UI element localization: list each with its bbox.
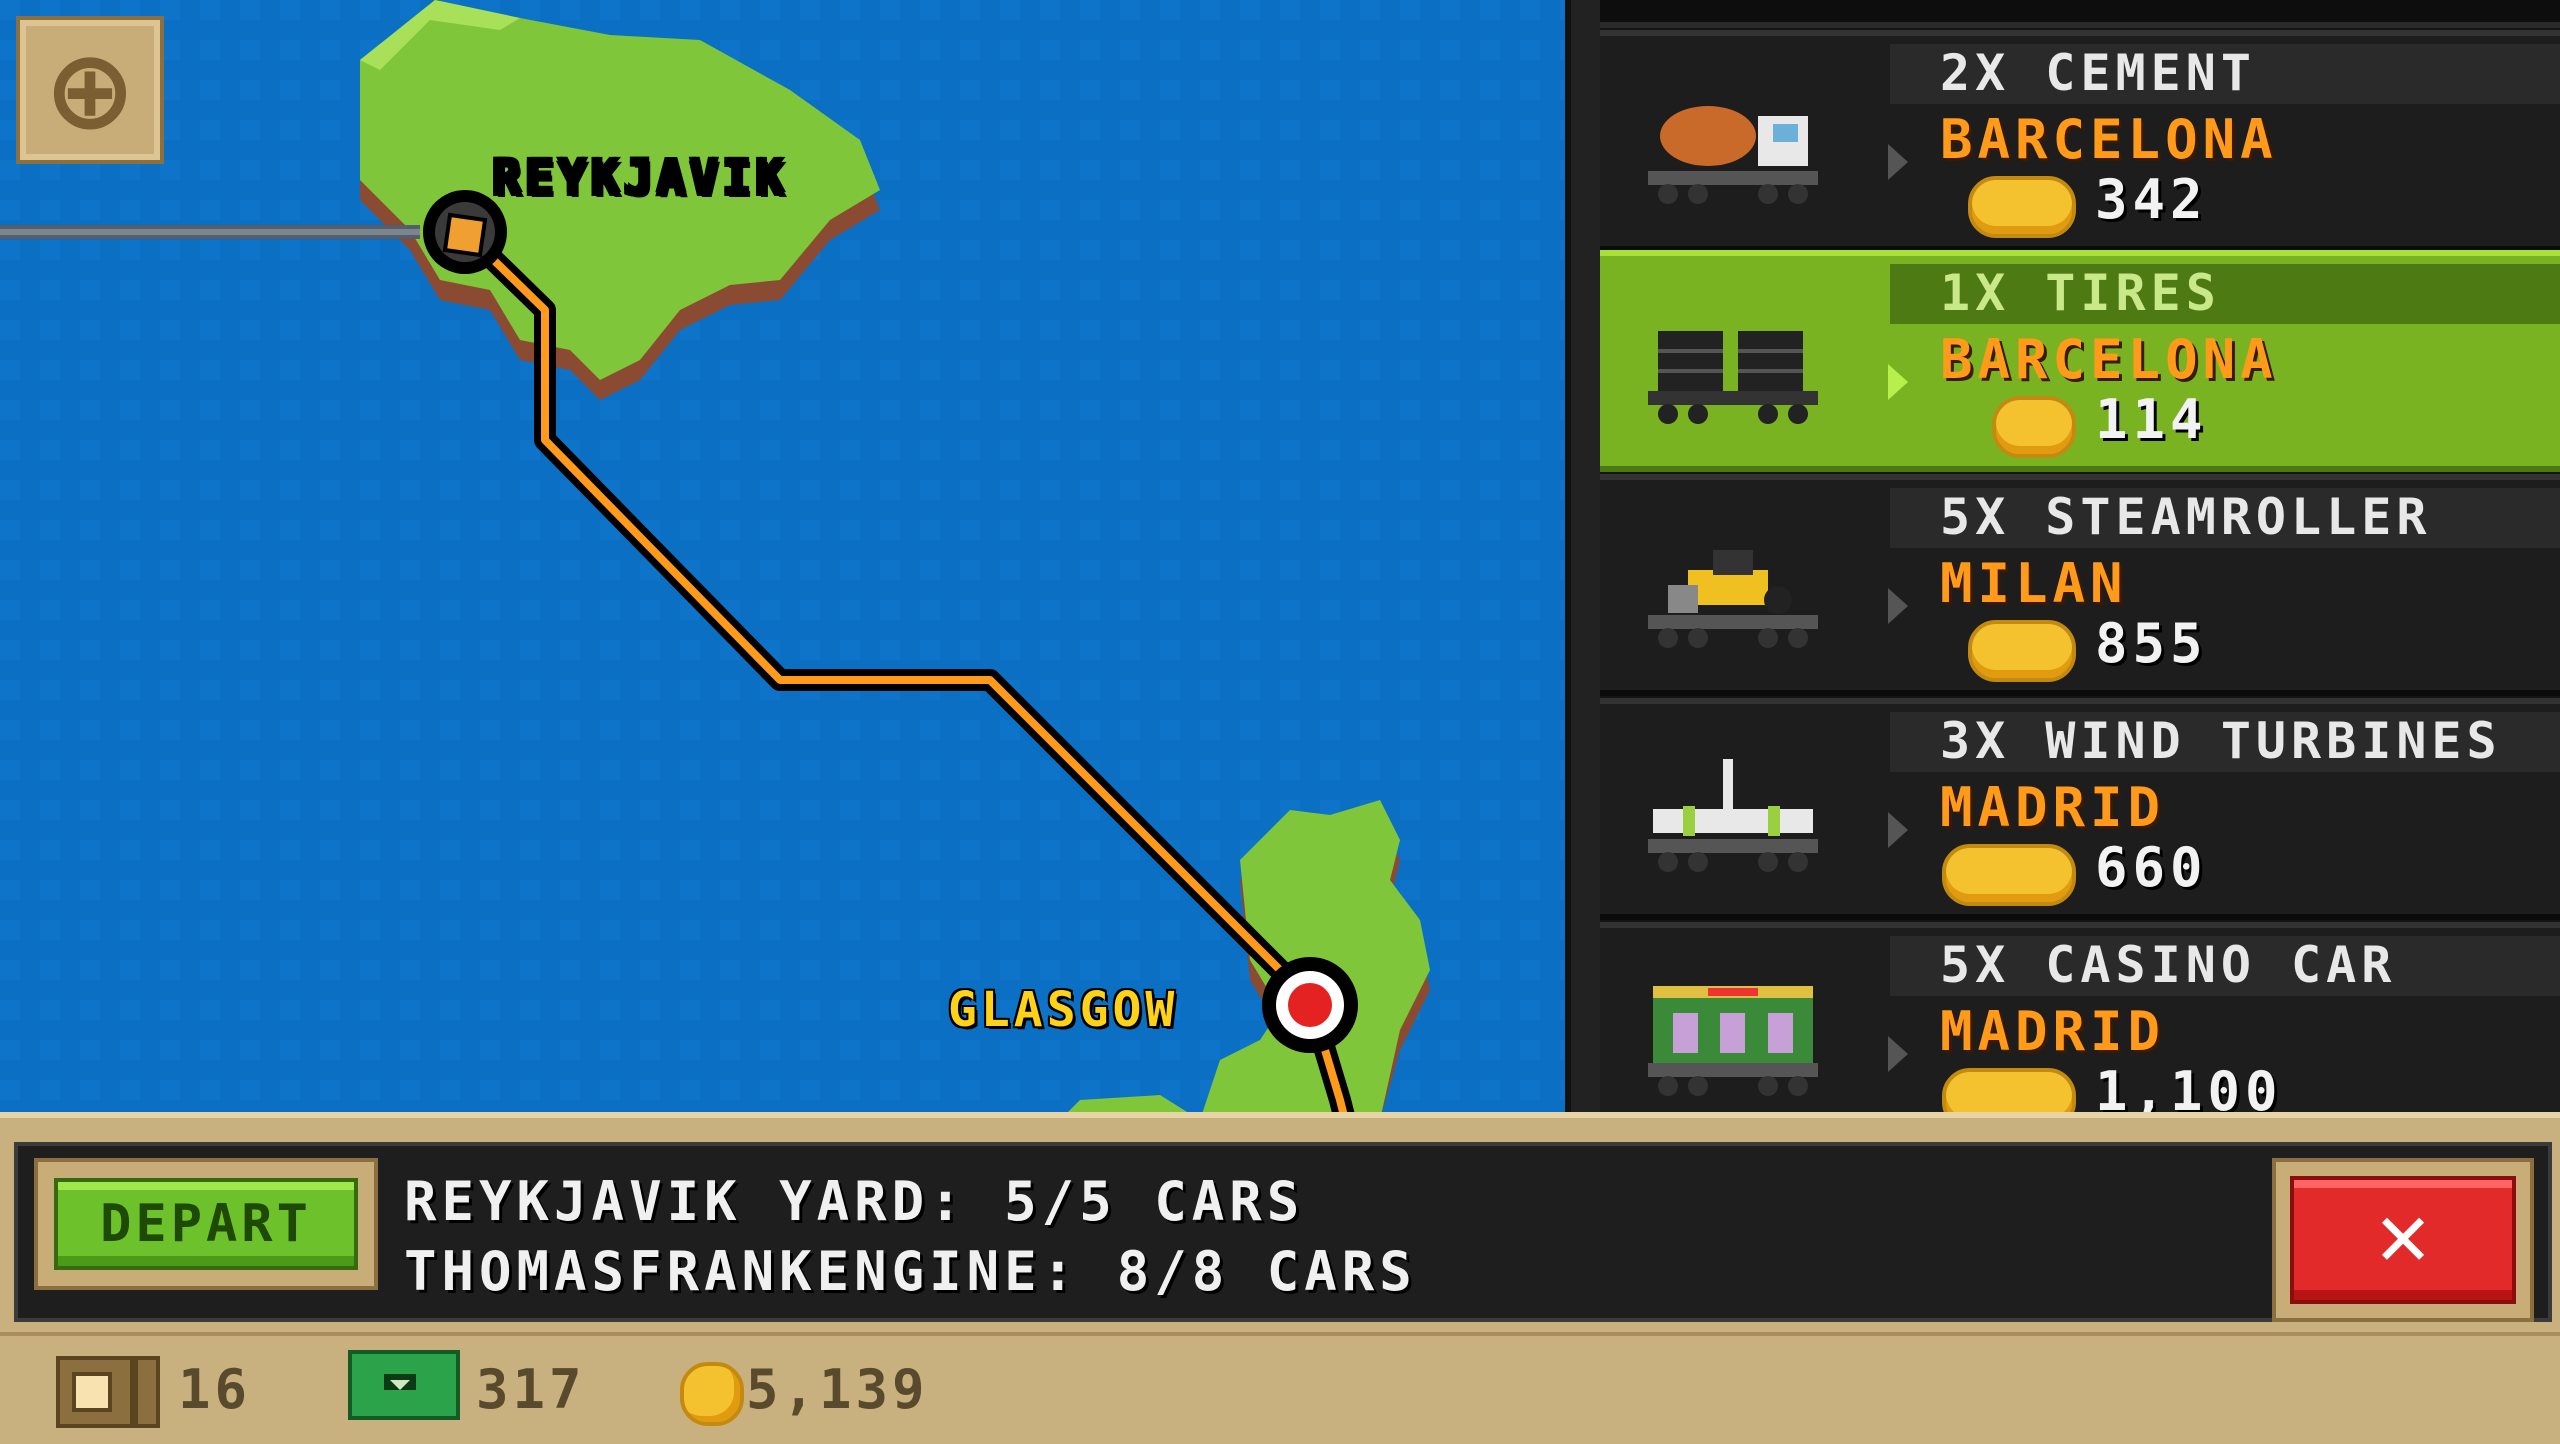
cargo-title: 5X STEAMROLLER: [1940, 488, 2432, 546]
cargo-destination: MILAN: [1940, 552, 2128, 615]
tires-icon: [1648, 331, 1818, 424]
cargo-title: 1X TIRES: [1940, 264, 2221, 322]
cargo-destination: BARCELONA: [1940, 328, 2278, 391]
depart-label: DEPART: [100, 1194, 312, 1254]
steamroller-icon: [1648, 550, 1818, 648]
status-bar: 16 317 5,139: [0, 1332, 2560, 1444]
cargo-price: 660: [2095, 836, 2208, 899]
crate-icon: [56, 1356, 160, 1428]
casino-car-icon: [1648, 986, 1818, 1096]
cash-count: 317: [476, 1358, 586, 1421]
arrow-icon: [1888, 588, 1908, 624]
crate-count: 16: [178, 1358, 252, 1421]
cargo-price: 114: [2095, 388, 2208, 451]
close-button-face: ✕: [2290, 1176, 2516, 1304]
cargo-title: 5X CASINO CAR: [1940, 936, 2397, 994]
wind-turbine-icon: [1648, 759, 1818, 872]
plus-icon: ⊕: [43, 26, 137, 154]
cargo-title: 2X CEMENT: [1940, 44, 2256, 102]
cargo-item-wind-turbines[interactable]: 3X WIND TURBINES MADRID 660: [1600, 698, 2560, 920]
cargo-list[interactable]: 2X CEMENT BARCELONA 342 1X TIRES BARCELO…: [1600, 0, 2560, 1120]
arrow-icon: [1888, 812, 1908, 848]
depart-button-face: DEPART: [54, 1178, 358, 1270]
coin-icon: [1968, 176, 2076, 238]
coin-icon: [1968, 620, 2076, 682]
coin-count: 5,139: [746, 1358, 929, 1421]
city-label-reykjavik[interactable]: REYKJAVIK: [492, 150, 788, 206]
cargo-destination: MADRID: [1940, 776, 2166, 839]
list-top-edge: [1600, 0, 2560, 28]
depart-button[interactable]: DEPART: [34, 1158, 378, 1290]
cash-icon: [348, 1350, 460, 1420]
city-label-glasgow[interactable]: GLASGOW: [948, 982, 1178, 1038]
cement-truck-icon: [1648, 106, 1818, 204]
cargo-item-cement[interactable]: 2X CEMENT BARCELONA 342: [1600, 30, 2560, 252]
glasgow-station-icon: [1262, 957, 1358, 1053]
train-panel: DEPART REYKJAVIK YARD: 5/5 CARS THOMASFR…: [0, 1112, 2560, 1338]
cargo-destination: MADRID: [1940, 1000, 2166, 1063]
cargo-item-steamroller[interactable]: 5X STEAMROLLER MILAN 855: [1600, 474, 2560, 696]
cargo-item-casino-car[interactable]: 5X CASINO CAR MADRID 1,100: [1600, 922, 2560, 1120]
arrow-icon: [1888, 364, 1908, 400]
world-map[interactable]: REYKJAVIK GLASGOW ⊕: [0, 0, 1580, 1120]
cargo-price: 342: [2095, 168, 2208, 231]
engine-info: THOMASFRANKENGINE: 8/8 CARS: [404, 1240, 1417, 1303]
cargo-title: 3X WIND TURBINES: [1940, 712, 2502, 770]
cargo-price: 855: [2095, 612, 2208, 675]
arrow-icon: [1888, 144, 1908, 180]
zoom-in-button[interactable]: ⊕: [16, 16, 164, 164]
arrow-icon: [1888, 1036, 1908, 1072]
coin-icon: [1942, 844, 2076, 906]
cargo-item-tires[interactable]: 1X TIRES BARCELONA 114: [1600, 250, 2560, 472]
map-graphics: [0, 0, 1580, 1120]
coin-icon: [1992, 396, 2076, 458]
close-button[interactable]: ✕: [2272, 1158, 2534, 1322]
coin-icon: [680, 1362, 744, 1426]
cargo-destination: BARCELONA: [1940, 108, 2278, 171]
cargo-price: 1,100: [2095, 1060, 2283, 1120]
yard-info: REYKJAVIK YARD: 5/5 CARS: [404, 1170, 1305, 1233]
close-icon: ✕: [2372, 1198, 2434, 1282]
